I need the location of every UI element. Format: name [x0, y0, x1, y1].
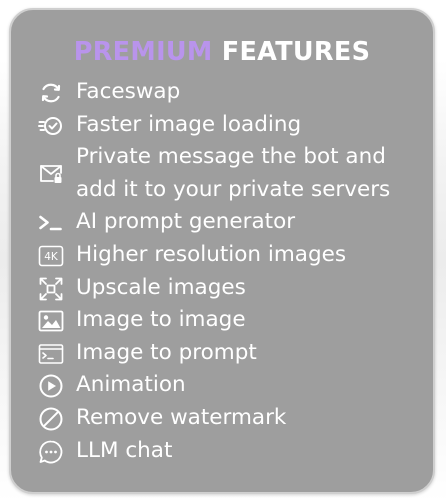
feature-label-line2: add it to your private servers — [76, 176, 391, 202]
title-premium: PREMIUM — [73, 37, 213, 67]
card-title: PREMIUM FEATURES — [11, 37, 433, 67]
feature-item-image-to-prompt: Image to prompt — [38, 337, 390, 370]
terminal-window-icon — [38, 341, 64, 367]
feature-label: Upscale images — [76, 274, 246, 300]
feature-item-faceswap: Faceswap — [38, 76, 390, 109]
feature-item-llm-chat: LLM chat — [38, 435, 390, 468]
terminal-prompt-icon — [38, 210, 64, 236]
play-circle-icon — [38, 373, 64, 399]
feature-item-animation: Animation — [38, 369, 390, 402]
feature-label: AI prompt generator — [76, 209, 296, 235]
4k-icon: 4K — [38, 243, 64, 269]
feature-label-line1: Private message the bot and — [76, 144, 386, 170]
svg-text:4K: 4K — [44, 251, 59, 263]
feature-item-upscale: Upscale images — [38, 272, 390, 305]
feature-item-image-to-image: Image to image — [38, 304, 390, 337]
feature-label: Higher resolution images — [76, 241, 347, 267]
mail-lock-icon — [38, 160, 64, 186]
feature-list: Faceswap Faster image loading Private me… — [38, 76, 390, 467]
feature-label: LLM chat — [76, 437, 173, 463]
feature-label: Faster image loading — [76, 111, 302, 137]
refresh-icon — [38, 80, 64, 106]
feature-label: Remove watermark — [76, 404, 287, 430]
feature-label: Animation — [76, 372, 186, 398]
fast-check-icon — [38, 113, 64, 139]
image-icon — [38, 308, 64, 334]
feature-item-higher-resolution: 4K Higher resolution images — [38, 239, 390, 272]
feature-item-ai-prompt: AI prompt generator — [38, 206, 390, 239]
feature-item-remove-watermark: Remove watermark — [38, 402, 390, 435]
prohibited-icon — [38, 406, 64, 432]
feature-label: Faceswap — [76, 79, 181, 104]
upscale-icon — [38, 276, 64, 302]
feature-label: Image to prompt — [76, 339, 257, 365]
feature-label: Image to image — [76, 307, 246, 333]
chat-bubble-icon — [38, 439, 64, 465]
title-features: FEATURES — [221, 37, 371, 67]
feature-item-private-message: Private message the bot and add it to yo… — [38, 141, 390, 206]
feature-item-faster-loading: Faster image loading — [38, 109, 390, 142]
